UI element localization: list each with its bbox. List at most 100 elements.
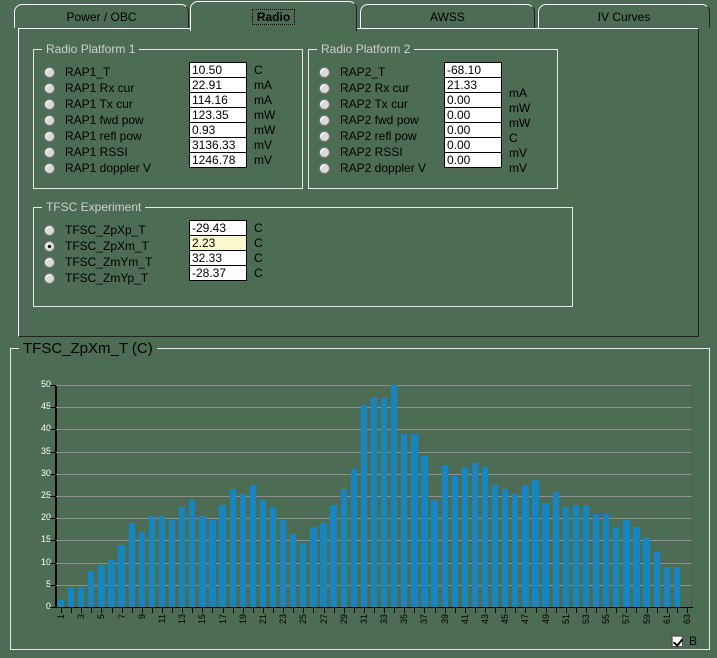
chart-bar bbox=[411, 433, 418, 607]
radio-page-panel: Radio Platform 1 RAP1_T RAP1 Rx cur RAP1 T… bbox=[18, 28, 699, 337]
chart-bar bbox=[421, 456, 428, 607]
x-axis-tick bbox=[464, 608, 466, 613]
row-rap1-refl-pow[interactable]: RAP1 refl pow bbox=[44, 128, 151, 144]
radio-button-icon[interactable] bbox=[319, 130, 330, 142]
checkbox-b[interactable] bbox=[671, 635, 683, 647]
tab-label: AWSS bbox=[430, 9, 465, 24]
row-label: RAP1 Rx cur bbox=[65, 81, 135, 95]
row-rap2-refl-pow[interactable]: RAP2 refl pow bbox=[319, 128, 426, 144]
chart-title: TFSC_ZpXm_T (C) bbox=[19, 340, 157, 357]
chart-series-toggle[interactable]: B bbox=[671, 634, 697, 648]
tab-bar: Power / OBC Radio AWSS IV Curves bbox=[0, 0, 717, 31]
radio-button-icon[interactable] bbox=[319, 114, 330, 126]
value-field-tfsc-zmyp-t[interactable]: -28.37 bbox=[189, 265, 247, 281]
x-axis-tick bbox=[616, 608, 618, 613]
x-axis-tick-label: 9 bbox=[136, 614, 147, 620]
x-axis-tick bbox=[565, 608, 567, 613]
x-axis-tick bbox=[242, 608, 244, 613]
row-rap2-doppler-v[interactable]: RAP2 doppler V bbox=[319, 160, 426, 176]
value-field-rap1-t[interactable]: 10.50 bbox=[189, 62, 247, 78]
x-axis-tick-label: 5 bbox=[96, 614, 107, 620]
value-field-rap2-rx-cur[interactable]: 21.33 bbox=[444, 77, 502, 93]
radio-button-icon[interactable] bbox=[44, 114, 55, 126]
x-axis-tick-label: 7 bbox=[116, 614, 127, 620]
row-label: RAP1 RSSI bbox=[65, 145, 128, 159]
chart-bar bbox=[542, 502, 549, 607]
value-field-rap1-refl-pow[interactable]: 0.93 bbox=[189, 122, 247, 138]
x-axis-tick-label: 17 bbox=[217, 614, 228, 625]
row-label: RAP2 fwd pow bbox=[340, 113, 419, 127]
chart-bar bbox=[280, 520, 287, 607]
radio-button-icon[interactable] bbox=[319, 82, 330, 94]
value-field-rap1-tx-cur[interactable]: 114.16 bbox=[189, 92, 247, 108]
chart-bar bbox=[209, 520, 216, 607]
x-axis-tick-label: 39 bbox=[439, 614, 450, 625]
row-rap1-tx-cur[interactable]: RAP1 Tx cur bbox=[44, 96, 151, 112]
x-axis-tick bbox=[545, 608, 547, 613]
chart-bar bbox=[148, 515, 156, 607]
x-axis-tick bbox=[192, 608, 194, 613]
chart-bar bbox=[441, 464, 448, 607]
chart-y-axis-labels: 0 5 10 15 20 25 30 35 40 45 50 bbox=[29, 379, 51, 611]
radio-button-icon[interactable] bbox=[319, 146, 330, 158]
value-field-rap2-tx-cur[interactable]: 0.00 bbox=[444, 92, 502, 108]
value-field-rap1-rssi[interactable]: 3136.33 bbox=[189, 137, 247, 153]
row-label: TFSC_ZmYp_T bbox=[65, 271, 149, 285]
row-rap1-rssi[interactable]: RAP1 RSSI bbox=[44, 144, 151, 160]
radio-button-icon[interactable] bbox=[44, 256, 55, 268]
value-field-rap1-doppler-v[interactable]: 1246.78 bbox=[189, 152, 247, 168]
radio-button-icon[interactable] bbox=[44, 98, 55, 110]
row-rap2-fwd-pow[interactable]: RAP2 fwd pow bbox=[319, 112, 426, 128]
radio-button-icon[interactable] bbox=[44, 224, 55, 236]
y-axis-tick-label: 40 bbox=[40, 423, 51, 434]
value-field-rap2-fwd-pow[interactable]: 0.00 bbox=[444, 107, 502, 123]
tab-iv-curves[interactable]: IV Curves bbox=[538, 4, 710, 28]
radio-button-icon[interactable] bbox=[319, 98, 330, 110]
row-rap2-tx-cur[interactable]: RAP2 Tx cur bbox=[319, 96, 426, 112]
row-rap2-rssi[interactable]: RAP2 RSSI bbox=[319, 144, 426, 160]
radio-button-icon[interactable] bbox=[44, 240, 55, 252]
radio-button-icon[interactable] bbox=[44, 82, 55, 94]
value-field-rap1-fwd-pow[interactable]: 123.35 bbox=[189, 107, 247, 123]
value-field-rap1-rx-cur[interactable]: 22.91 bbox=[189, 77, 247, 93]
tab-radio[interactable]: Radio bbox=[190, 1, 357, 31]
x-axis-tick-label: 31 bbox=[358, 614, 369, 625]
row-rap1-rx-cur[interactable]: RAP1 Rx cur bbox=[44, 80, 151, 96]
x-axis-tick-label: 63 bbox=[681, 614, 692, 625]
radio-button-icon[interactable] bbox=[44, 146, 55, 158]
value-field-rap2-rssi[interactable]: 0.00 bbox=[444, 137, 502, 153]
row-rap1-doppler-v[interactable]: RAP1 doppler V bbox=[44, 160, 151, 176]
radio-button-icon[interactable] bbox=[44, 66, 55, 78]
row-rap1-t[interactable]: RAP1_T bbox=[44, 64, 151, 80]
chart-bar bbox=[98, 564, 105, 607]
value-field-rap2-refl-pow[interactable]: 0.00 bbox=[444, 122, 502, 138]
radio-button-icon[interactable] bbox=[44, 272, 55, 284]
chart-bar bbox=[562, 507, 569, 607]
row-tfsc-zpxp-t[interactable]: TFSC_ZpXp_T bbox=[44, 222, 152, 238]
tab-power-obc[interactable]: Power / OBC bbox=[14, 4, 189, 28]
value-field-tfsc-zpxp-t[interactable]: -29.43 bbox=[189, 220, 247, 236]
radio-platform-2-fields: -68.10 21.33 0.00 0.00 0.00 0.00 0.00 bbox=[444, 62, 502, 168]
value-field-rap2-t[interactable]: -68.10 bbox=[444, 62, 502, 78]
radio-button-icon[interactable] bbox=[319, 66, 330, 78]
unit-label: C bbox=[254, 221, 263, 235]
x-axis-tick bbox=[485, 608, 487, 613]
row-rap2-t[interactable]: RAP2_T bbox=[319, 64, 426, 80]
radio-button-icon[interactable] bbox=[44, 162, 55, 174]
row-tfsc-zmym-t[interactable]: TFSC_ZmYm_T bbox=[44, 254, 152, 270]
x-axis-tick bbox=[61, 608, 63, 613]
value-field-tfsc-zpxm-t[interactable]: 2.23 bbox=[189, 235, 247, 251]
row-rap2-rx-cur[interactable]: RAP2 Rx cur bbox=[319, 80, 426, 96]
value-field-tfsc-zmym-t[interactable]: 32.33 bbox=[189, 250, 247, 266]
chart-bar bbox=[502, 489, 509, 607]
row-rap1-fwd-pow[interactable]: RAP1 fwd pow bbox=[44, 112, 151, 128]
x-axis-tick bbox=[515, 608, 517, 613]
row-tfsc-zpxm-t[interactable]: TFSC_ZpXm_T bbox=[44, 238, 152, 254]
radio-button-icon[interactable] bbox=[319, 162, 330, 174]
x-axis-tick-label: 1 bbox=[56, 614, 67, 620]
value-field-rap2-doppler-v[interactable]: 0.00 bbox=[444, 152, 502, 168]
chart-bar bbox=[320, 522, 327, 607]
row-tfsc-zmyp-t[interactable]: TFSC_ZmYp_T bbox=[44, 270, 152, 286]
tab-awss[interactable]: AWSS bbox=[360, 4, 535, 28]
radio-button-icon[interactable] bbox=[44, 130, 55, 142]
